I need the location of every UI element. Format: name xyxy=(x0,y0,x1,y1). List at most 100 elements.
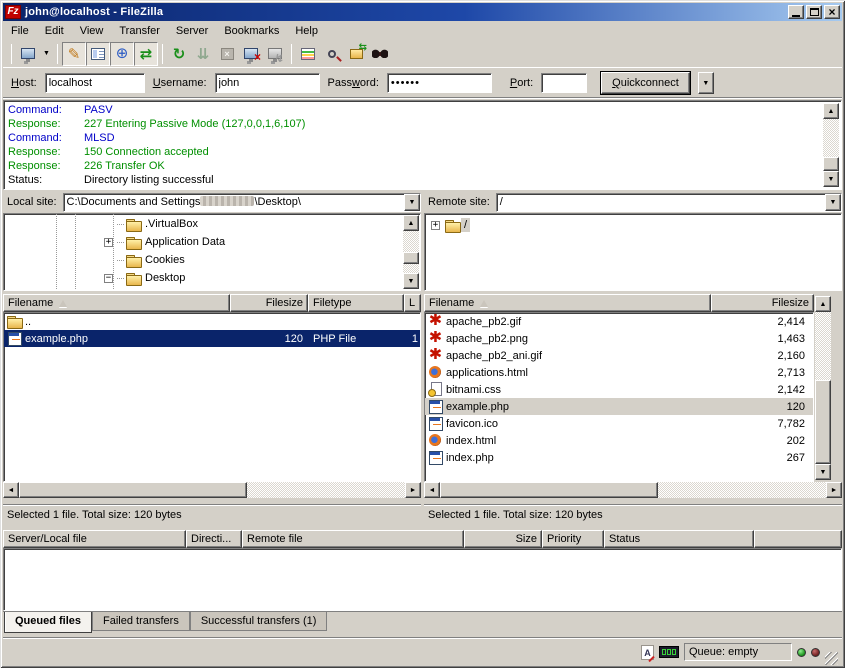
remote-site-combo[interactable]: / ▼ xyxy=(496,193,842,212)
ico-file-icon xyxy=(427,416,444,431)
disconnect-button[interactable]: × xyxy=(239,42,263,66)
host-input[interactable] xyxy=(45,73,145,93)
cancel-button[interactable]: × xyxy=(215,42,239,66)
quickconnect-dropdown[interactable]: ▼ xyxy=(698,72,714,94)
expand-plus-icon[interactable]: + xyxy=(104,238,113,247)
file-row-parent-dir[interactable]: .. xyxy=(4,313,420,330)
column-header-priority[interactable]: Priority xyxy=(542,530,604,548)
collapse-minus-icon[interactable]: − xyxy=(104,274,113,283)
file-row-example-php[interactable]: example.php 120 PHP File 1 xyxy=(4,330,420,347)
column-header-status[interactable]: Status xyxy=(604,530,754,548)
remote-vscroll-track[interactable] xyxy=(815,312,831,390)
local-tree-scroll-down[interactable]: ▼ xyxy=(403,273,419,289)
file-row[interactable]: index.html 202 xyxy=(425,432,813,449)
minimize-button[interactable] xyxy=(788,5,804,19)
find-files-button[interactable] xyxy=(368,42,392,66)
local-site-combo[interactable]: C:\Documents and Settings\Desktop\ ▼ xyxy=(63,193,421,212)
local-site-dropdown[interactable]: ▼ xyxy=(404,194,420,211)
local-hscroll-left[interactable]: ◄ xyxy=(3,482,19,498)
file-row-example-php[interactable]: example.php 120 xyxy=(425,398,813,415)
menu-transfer[interactable]: Transfer xyxy=(111,23,168,39)
local-hscroll-track[interactable] xyxy=(247,482,405,498)
column-header-filesize[interactable]: Filesize xyxy=(711,294,814,312)
menu-server[interactable]: Server xyxy=(168,23,216,39)
tab-queued-files[interactable]: Queued files xyxy=(4,612,92,633)
column-header-direction[interactable]: Directi... xyxy=(186,530,242,548)
maximize-button[interactable] xyxy=(806,5,822,19)
remote-vscroll-up[interactable]: ▲ xyxy=(815,296,831,312)
remote-vscroll-down[interactable]: ▼ xyxy=(815,464,831,480)
quickconnect-button[interactable]: Quickconnect xyxy=(601,72,690,94)
local-tree-scroll-up[interactable]: ▲ xyxy=(403,215,419,231)
column-header-filetype[interactable]: Filetype xyxy=(308,294,404,312)
tab-failed-transfers[interactable]: Failed transfers xyxy=(92,612,190,631)
minimize-icon xyxy=(792,15,800,17)
site-manager-dropdown[interactable]: ▼ xyxy=(40,42,53,66)
log-scroll-down[interactable]: ▼ xyxy=(823,171,839,187)
local-hscroll-thumb[interactable] xyxy=(19,482,247,498)
process-queue-button[interactable]: ⇊ xyxy=(191,42,215,66)
menu-bookmarks[interactable]: Bookmarks xyxy=(216,23,287,39)
expand-plus-icon[interactable]: + xyxy=(431,221,440,230)
synchronized-browsing-button[interactable]: ⇆ xyxy=(344,42,368,66)
directory-comparison-button[interactable] xyxy=(320,42,344,66)
toggle-local-tree-button[interactable] xyxy=(86,42,110,66)
tree-item-cookies[interactable]: Cookies xyxy=(104,251,188,269)
column-header-filename[interactable]: Filename xyxy=(3,294,230,312)
remote-tree-icon: ⊕ xyxy=(116,46,129,61)
remote-hscroll-thumb[interactable] xyxy=(440,482,658,498)
column-header-size[interactable]: Size xyxy=(464,530,542,548)
queue-list[interactable] xyxy=(3,548,842,611)
close-button[interactable]: × xyxy=(824,5,840,19)
local-hscroll-right[interactable]: ► xyxy=(405,482,421,498)
tree-item-desktop[interactable]: − Desktop xyxy=(104,269,188,287)
apache-file-icon: ✱ xyxy=(427,314,444,329)
local-site-bar: Local site: C:\Documents and Settings\De… xyxy=(3,192,421,212)
log-line: Command:MLSD xyxy=(8,131,821,145)
file-row[interactable]: applications.html 2,713 xyxy=(425,364,813,381)
column-header-filename[interactable]: Filename xyxy=(424,294,711,312)
log-scroll-thumb[interactable] xyxy=(823,157,839,171)
remote-vscroll-thumb[interactable] xyxy=(815,380,831,464)
tab-successful-transfers[interactable]: Successful transfers (1) xyxy=(190,612,328,631)
file-row[interactable]: ✱apache_pb2.png 1,463 xyxy=(425,330,813,347)
reconnect-button[interactable]: ↯ xyxy=(263,42,287,66)
column-header-server-local-file[interactable]: Server/Local file xyxy=(3,530,186,548)
remote-hscroll-track[interactable] xyxy=(658,482,826,498)
column-header-remote-file[interactable]: Remote file xyxy=(242,530,464,548)
file-row[interactable]: ✱apache_pb2.gif 2,414 xyxy=(425,313,813,330)
file-row[interactable]: favicon.ico 7,782 xyxy=(425,415,813,432)
php-file-icon xyxy=(427,399,444,414)
menu-file[interactable]: File xyxy=(3,23,37,39)
tree-item-application-data[interactable]: + Application Data xyxy=(104,233,228,251)
menu-bar: File Edit View Transfer Server Bookmarks… xyxy=(3,21,842,40)
column-header-lastmodified[interactable]: L xyxy=(404,294,421,312)
sync-arrows-icon: ⇆ xyxy=(359,42,367,53)
menu-view[interactable]: View xyxy=(72,23,112,39)
remote-file-list: ✱apache_pb2.gif 2,414 ✱apache_pb2.png 1,… xyxy=(424,312,814,482)
local-tree-scroll-thumb[interactable] xyxy=(403,252,419,264)
toggle-queue-button[interactable]: ⇄ xyxy=(134,42,158,66)
filter-button[interactable] xyxy=(296,42,320,66)
log-scroll-up[interactable]: ▲ xyxy=(823,103,839,119)
password-input[interactable] xyxy=(387,73,492,93)
file-row[interactable]: bitnami.css 2,142 xyxy=(425,381,813,398)
remote-site-dropdown[interactable]: ▼ xyxy=(825,194,841,211)
tree-item-root[interactable]: + / xyxy=(431,216,470,234)
site-manager-button[interactable] xyxy=(16,42,40,66)
remote-hscroll-right[interactable]: ► xyxy=(826,482,842,498)
file-row[interactable]: index.php 267 xyxy=(425,449,813,466)
username-input[interactable] xyxy=(215,73,320,93)
file-row[interactable]: ✱apache_pb2_ani.gif 2,160 xyxy=(425,347,813,364)
resize-grip[interactable] xyxy=(825,652,838,665)
column-header-filesize[interactable]: Filesize xyxy=(230,294,308,312)
port-input[interactable] xyxy=(541,73,587,93)
toggle-message-log-button[interactable]: ✎ xyxy=(62,42,86,66)
menu-edit[interactable]: Edit xyxy=(37,23,72,39)
toggle-remote-tree-button[interactable]: ⊕ xyxy=(110,42,134,66)
menu-help[interactable]: Help xyxy=(287,23,326,39)
refresh-button[interactable]: ↻ xyxy=(167,42,191,66)
password-label: Password: xyxy=(328,77,379,89)
tree-item-virtualbox[interactable]: .VirtualBox xyxy=(104,215,201,233)
remote-hscroll-left[interactable]: ◄ xyxy=(424,482,440,498)
